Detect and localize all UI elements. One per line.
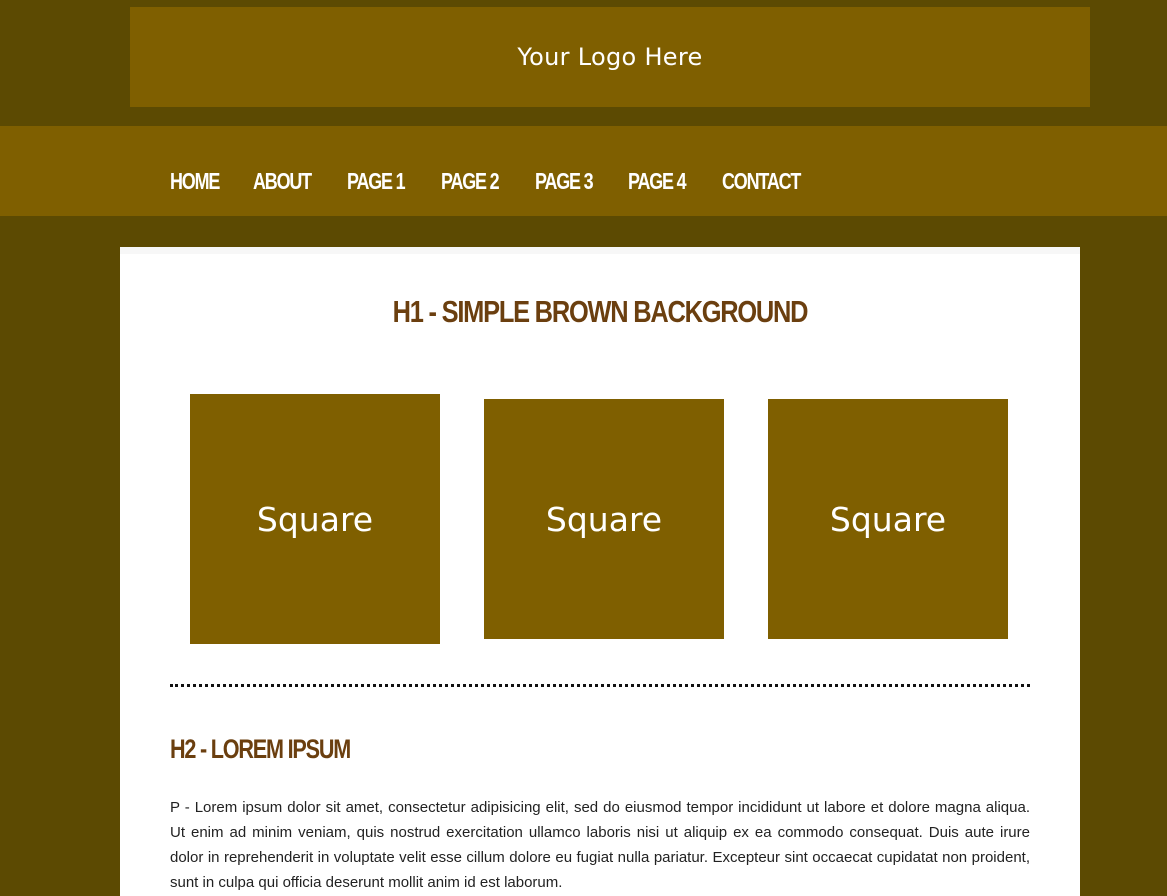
nav-item-page-3[interactable]: PAGE 3	[535, 168, 594, 195]
section-heading: H2 - LOREM IPSUM	[170, 734, 351, 764]
dotted-divider	[170, 684, 1030, 687]
square-label: Square	[545, 499, 663, 539]
content-panel: H1 - SIMPLE BROWN BACKGROUND Square Squa…	[120, 247, 1080, 896]
square-label: Square	[829, 499, 947, 539]
page-title: H1 - SIMPLE BROWN BACKGROUND	[392, 294, 809, 329]
square-box-1: Square	[190, 394, 440, 644]
nav-item-page-1[interactable]: PAGE 1	[347, 168, 406, 195]
square-box-3: Square	[768, 399, 1008, 639]
nav-item-page-4[interactable]: PAGE 4	[628, 168, 687, 195]
body-paragraph: P - Lorem ipsum dolor sit amet, consecte…	[170, 799, 1030, 891]
logo-banner: Your Logo Here	[130, 7, 1090, 107]
site-logo-text[interactable]: Your Logo Here	[517, 43, 702, 71]
nav-item-home[interactable]: HOME	[170, 168, 220, 195]
nav-item-about[interactable]: ABOUT	[253, 168, 312, 195]
square-label: Square	[256, 499, 374, 539]
nav-item-page-2[interactable]: PAGE 2	[441, 168, 500, 195]
main-nav: HOME ABOUT PAGE 1 PAGE 2 PAGE 3 PAGE 4 C…	[170, 168, 812, 195]
square-box-2: Square	[484, 399, 724, 639]
nav-item-contact[interactable]: CONTACT	[722, 168, 801, 195]
